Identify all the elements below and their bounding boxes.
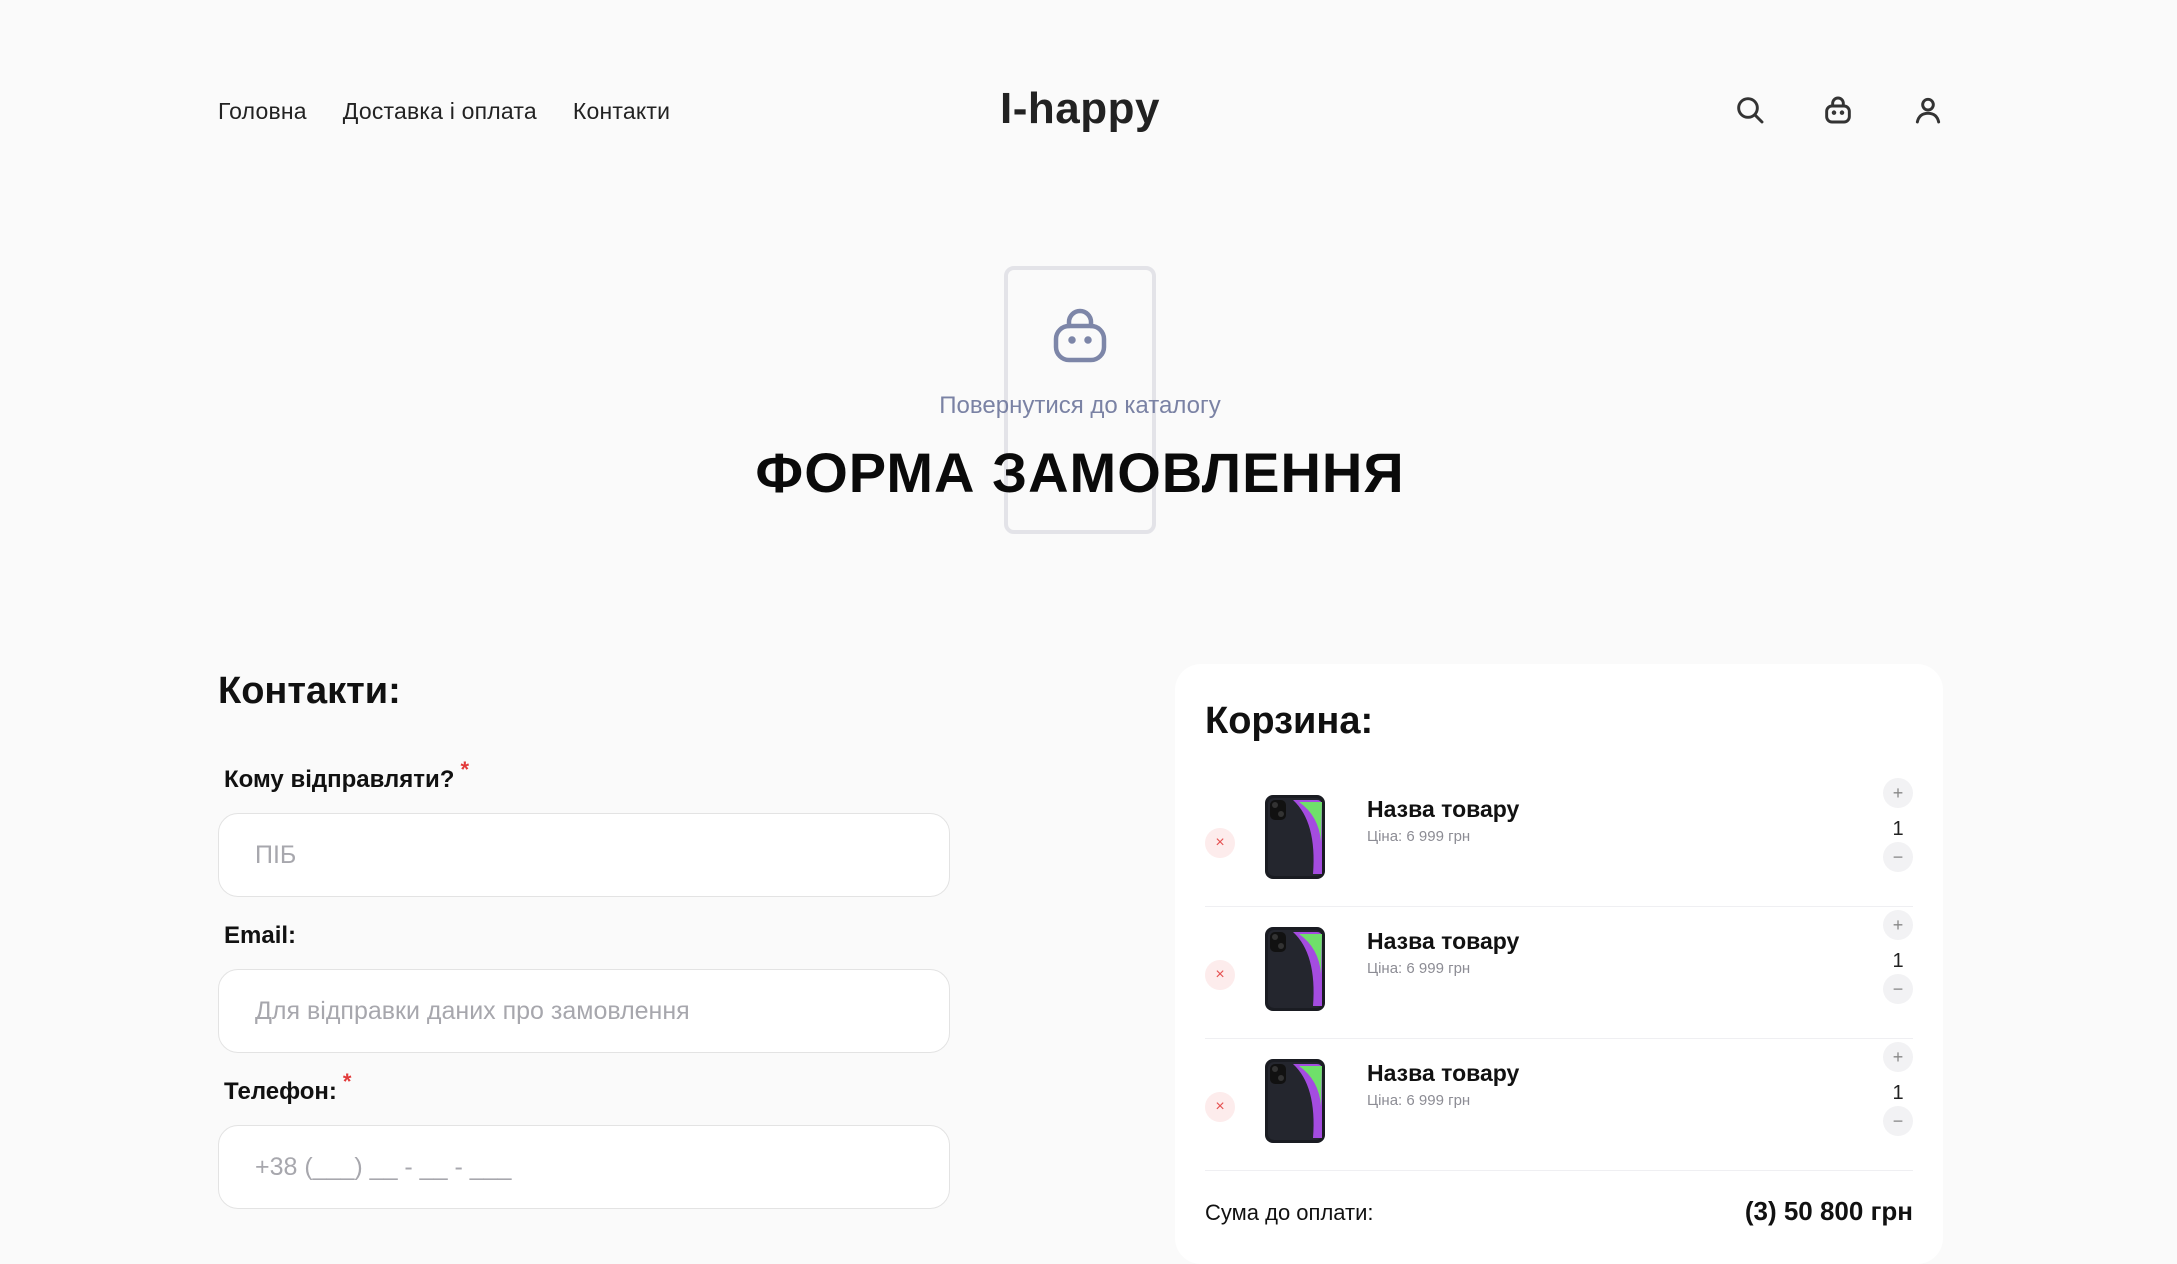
qty-plus-button[interactable]: + bbox=[1883, 1042, 1913, 1072]
qty-plus-button[interactable]: + bbox=[1883, 778, 1913, 808]
name-label: Кому відправляти? * bbox=[224, 757, 469, 794]
sum-label: Сума до оплати: bbox=[1205, 1200, 1374, 1225]
product-image bbox=[1263, 926, 1327, 1012]
email-field[interactable] bbox=[218, 969, 950, 1053]
cart-item: × Назва товару Ціна: 6 999 грн + 1 − bbox=[1205, 1042, 1913, 1171]
email-label-text: Email: bbox=[224, 922, 297, 949]
product-price: Ціна: 6 999 грн bbox=[1367, 960, 1471, 977]
cart-panel: Корзина: × Назва товару Ціна: 6 999 грн … bbox=[1175, 664, 1943, 1264]
qty-value: 1 bbox=[1892, 818, 1904, 840]
cart-icon[interactable] bbox=[1818, 90, 1858, 130]
product-image bbox=[1263, 794, 1327, 880]
remove-item-button[interactable]: × bbox=[1205, 1092, 1235, 1122]
product-price: Ціна: 6 999 грн bbox=[1367, 1092, 1471, 1109]
product-image bbox=[1263, 1058, 1327, 1144]
name-field[interactable] bbox=[218, 813, 950, 897]
product-name: Назва товару bbox=[1367, 1060, 1520, 1086]
name-label-text: Кому відправляти? bbox=[224, 766, 455, 793]
required-mark: * bbox=[342, 1069, 352, 1094]
qty-minus-button[interactable]: − bbox=[1883, 974, 1913, 1004]
qty-minus-button[interactable]: − bbox=[1883, 842, 1913, 872]
qty-value: 1 bbox=[1892, 1082, 1904, 1104]
product-price: Ціна: 6 999 грн bbox=[1367, 828, 1471, 845]
page-title: ФОРМА ЗАМОВЛЕННЯ bbox=[755, 441, 1405, 504]
cart-title: Корзина: bbox=[1205, 700, 1374, 742]
email-label: Email: bbox=[224, 922, 302, 950]
required-mark: * bbox=[460, 757, 470, 782]
cart-item: × Назва товару Ціна: 6 999 грн + 1 − bbox=[1205, 778, 1913, 907]
product-name: Назва товару bbox=[1367, 796, 1520, 822]
cart-item: × Назва товару Ціна: 6 999 грн + 1 − bbox=[1205, 910, 1913, 1039]
remove-item-button[interactable]: × bbox=[1205, 960, 1235, 990]
user-icon[interactable] bbox=[1908, 90, 1948, 130]
qty-value: 1 bbox=[1892, 950, 1904, 972]
qty-plus-button[interactable]: + bbox=[1883, 910, 1913, 940]
remove-item-button[interactable]: × bbox=[1205, 828, 1235, 858]
phone-label: Телефон: * bbox=[224, 1069, 351, 1106]
search-icon[interactable] bbox=[1730, 90, 1770, 130]
phone-label-text: Телефон: bbox=[224, 1078, 337, 1105]
contacts-title: Контакти: bbox=[218, 670, 401, 712]
sum-value: (3) 50 800 грн bbox=[1744, 1196, 1913, 1226]
phone-field[interactable] bbox=[218, 1125, 950, 1209]
shopping-bag-icon bbox=[1048, 302, 1112, 366]
product-name: Назва товару bbox=[1367, 928, 1520, 954]
qty-minus-button[interactable]: − bbox=[1883, 1106, 1913, 1136]
back-to-catalog-link[interactable]: Повернутися до каталогу bbox=[0, 392, 2160, 420]
